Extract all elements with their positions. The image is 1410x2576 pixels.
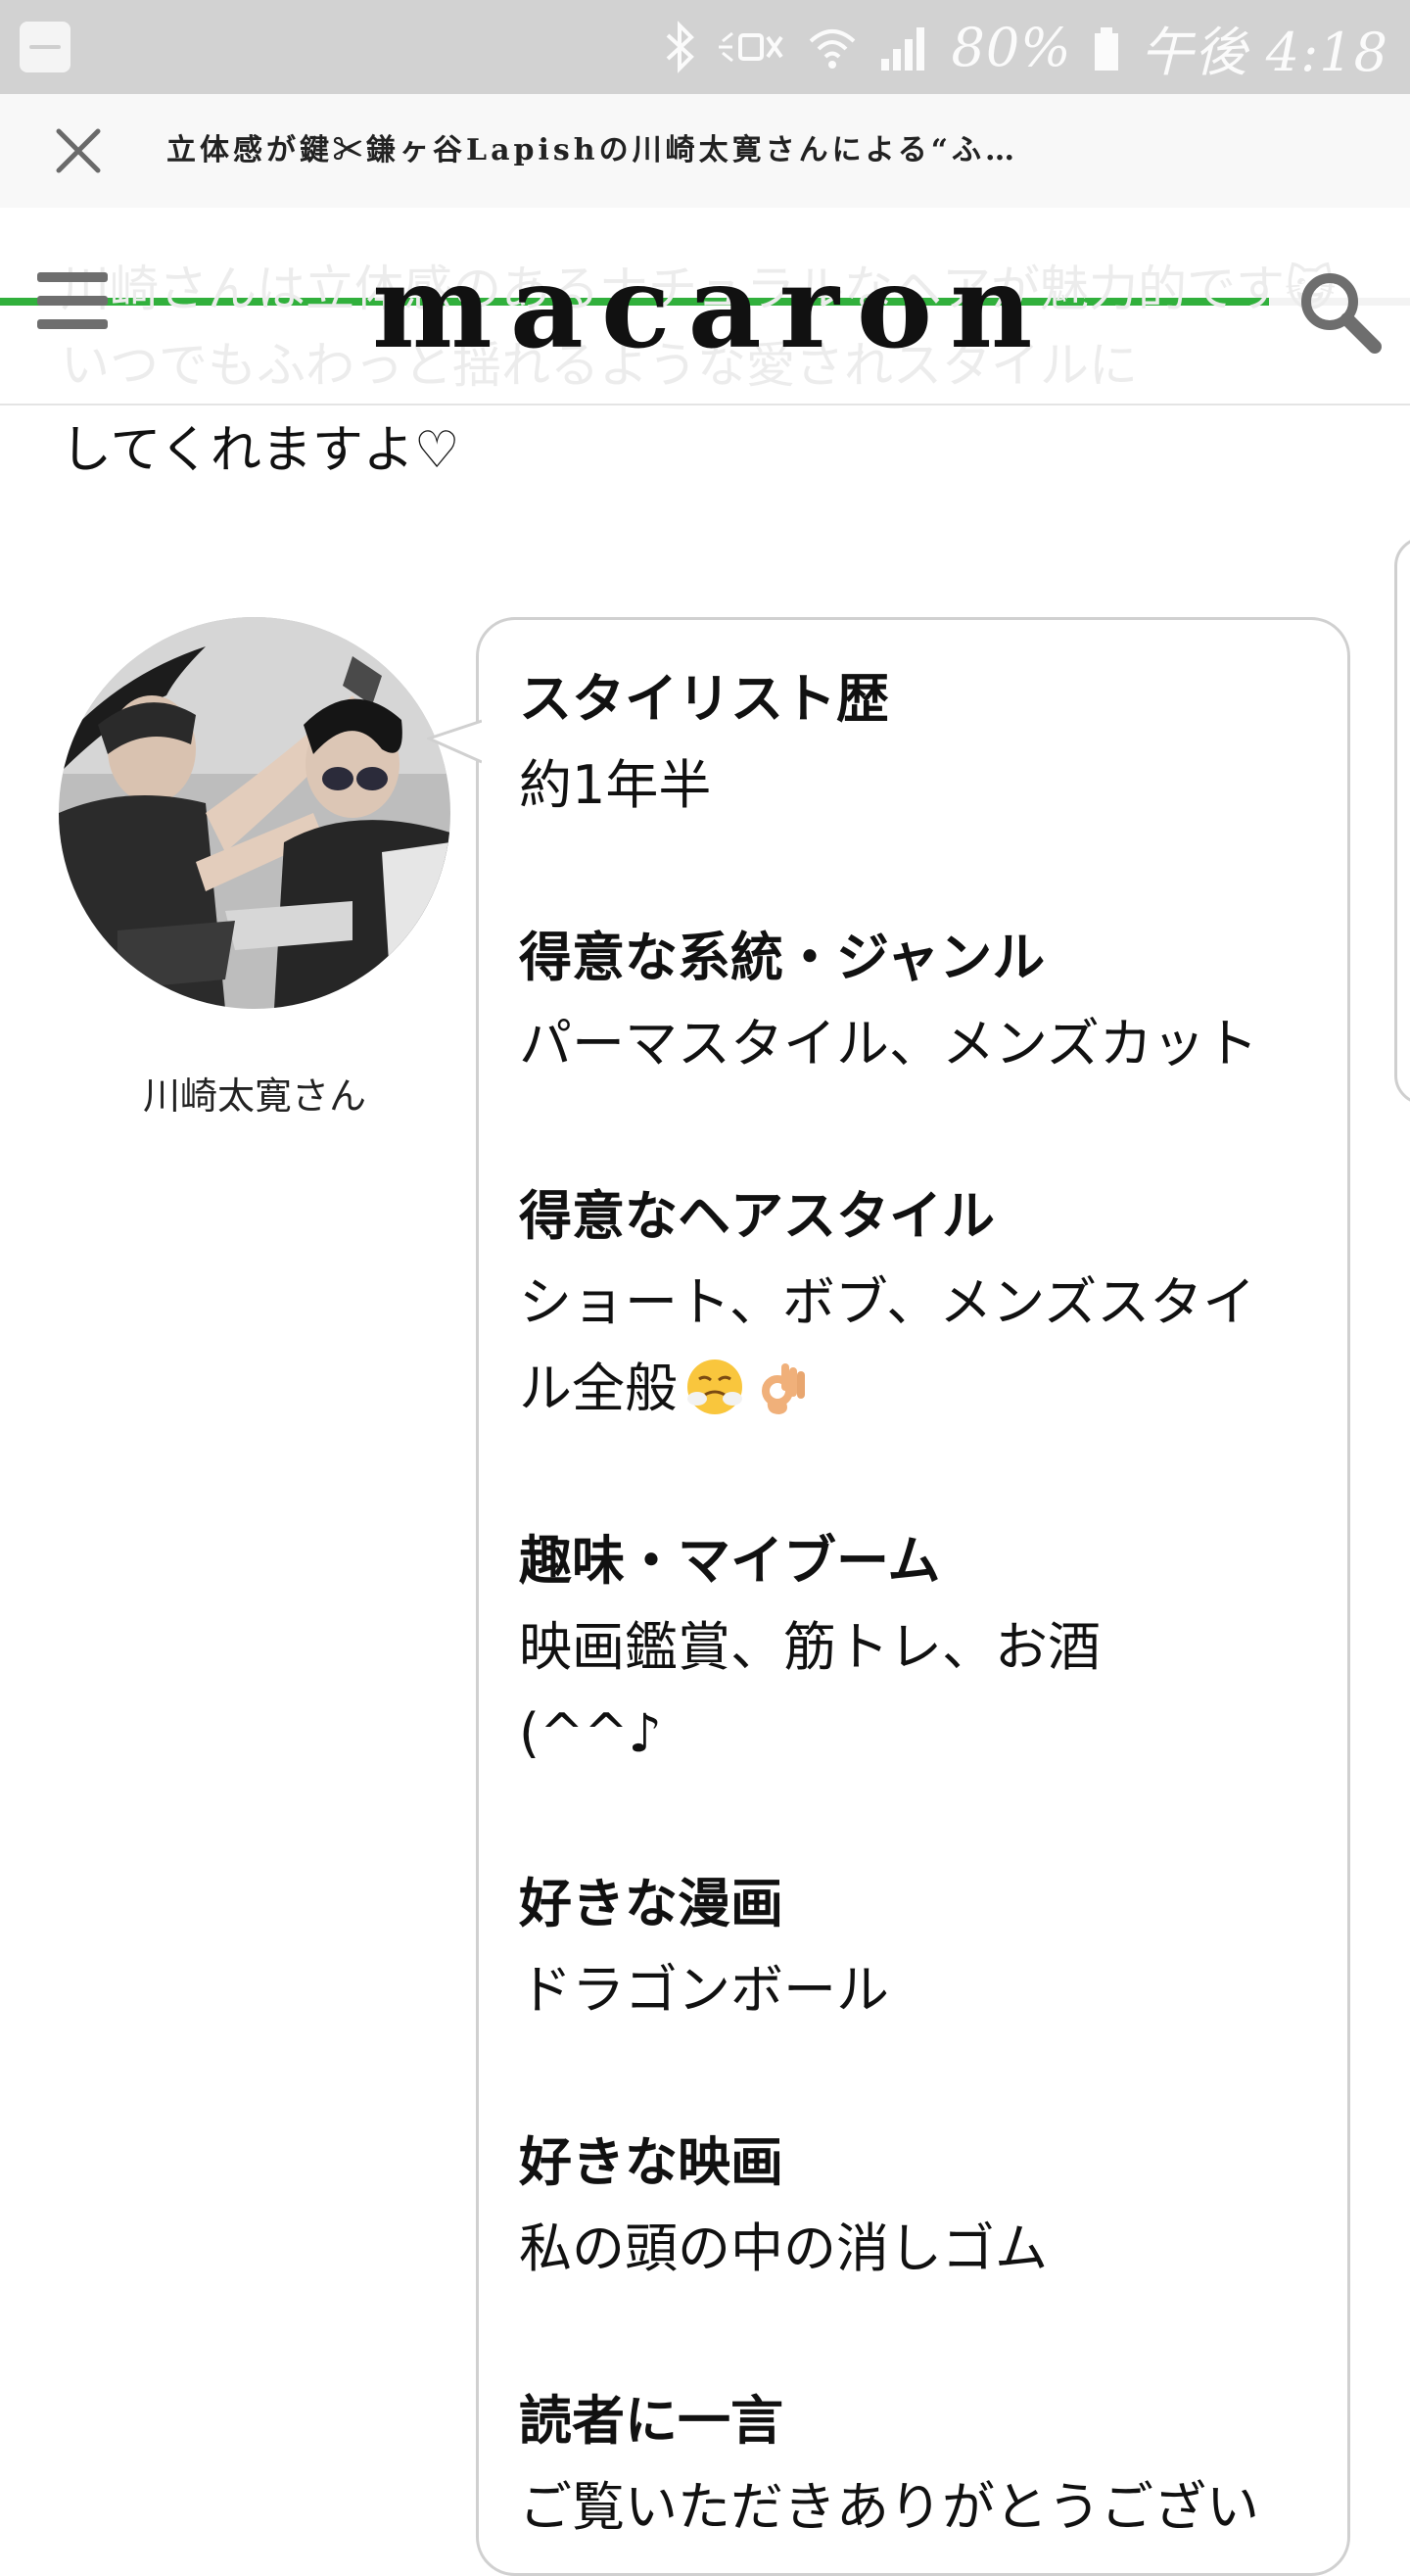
profile-answer-line: 映画鑑賞、筋トレ、お酒 [519, 1616, 1101, 1678]
hamburger-menu-icon[interactable] [37, 272, 108, 331]
profile-question: 好きな映画 [519, 2131, 783, 2193]
sheet-header: 立体感が鍵✂鎌ヶ谷Lapishの川崎太寛さんによる“ふ… [0, 94, 1410, 306]
profile-question: 得意なヘアスタイル [519, 1185, 995, 1247]
site-logo[interactable]: macaron [372, 249, 1048, 366]
profile-item-career: スタイリスト歴 約1年半 [519, 656, 1322, 829]
article-paragraph: してくれますよ♡ [61, 421, 460, 480]
close-icon[interactable] [49, 121, 108, 180]
profile-answer-line: ショート、ボブ、メンズスタイ [519, 1271, 1256, 1333]
mute-icon [718, 31, 783, 63]
notification-app-icon [20, 22, 70, 72]
search-icon[interactable] [1294, 266, 1383, 355]
bubble-tail [427, 719, 482, 764]
sheet-title: 立体感が鍵✂鎌ヶ谷Lapishの川崎太寛さんによる“ふ… [166, 133, 1018, 167]
profile-answer: ドラゴンボール [519, 1959, 889, 2021]
battery-icon [1094, 27, 1118, 71]
status-bar: 80% 午後 4:18 [0, 0, 1410, 94]
site-header: 川崎さんは立体感のあるナチュラルなヘアが魅力的です😺いつでもふわっと揺れるような… [0, 212, 1410, 405]
battery-percent: 80% [951, 16, 1072, 78]
ok-hand-emoji-icon [762, 1363, 805, 1414]
profile-question: 得意な系統・ジャンル [519, 927, 1046, 988]
profile-answer: パーマスタイル、メンズカット [519, 1013, 1258, 1074]
profile-question: 趣味・マイブーム [519, 1530, 941, 1592]
profile-answer: ご覧いただきありがとうござい [519, 2476, 1259, 2538]
clock: 午後 4:18 [1140, 21, 1388, 83]
wifi-icon [809, 29, 855, 69]
bluetooth-icon [666, 21, 694, 73]
next-card-edge [1394, 537, 1410, 1105]
stylist-name: 川崎太寛さん [142, 1074, 366, 1118]
profile-item-movie: 好きな映画 私の頭の中の消しゴム [519, 2120, 1322, 2292]
profile-question: 読者に一言 [519, 2390, 783, 2452]
profile-item-message: 読者に一言 ご覧いただきありがとうござい [519, 2378, 1322, 2551]
profile-question: 好きな漫画 [519, 1873, 783, 1934]
profile-question: スタイリスト歴 [519, 668, 889, 730]
profile-answer: 約1年半 [519, 754, 712, 816]
profile-item-manga: 好きな漫画 ドラゴンボール [519, 1861, 1322, 2033]
profile-answer-line: ル全般 [519, 1346, 1322, 1432]
status-icons: 80% 午後 4:18 [664, 10, 1388, 84]
profile-item-hobby: 趣味・マイブーム 映画鑑賞、筋トレ、お酒 (^^♪ [519, 1518, 1322, 1777]
profile-answer: 私の頭の中の消しゴム [519, 2218, 1048, 2279]
profile-item-genre: 得意な系統・ジャンル パーマスタイル、メンズカット [519, 915, 1322, 1087]
huffing-face-emoji-icon [687, 1360, 742, 1414]
stylist-avatar [59, 617, 450, 1009]
signal-icon [880, 27, 924, 71]
profile-item-hairstyle: 得意なヘアスタイル ショート、ボブ、メンズスタイ ル全般 [519, 1173, 1322, 1432]
profile-answer-line: (^^♪ [519, 1702, 663, 1764]
profile-answer-text: ル全般 [519, 1358, 678, 1419]
